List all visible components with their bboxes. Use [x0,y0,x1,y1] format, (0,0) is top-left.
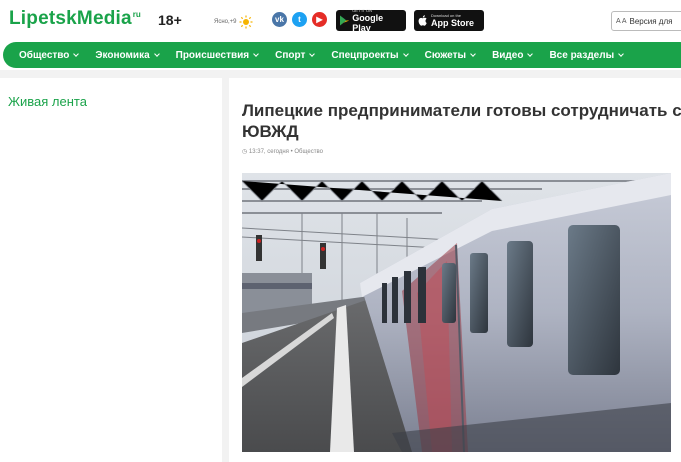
sun-icon [239,15,252,29]
age-rating: 18+ [158,12,182,28]
nav-item-society[interactable]: Общество [19,50,80,61]
google-play-icon [340,15,350,26]
accessibility-version-button[interactable]: A A Версия для [611,11,681,31]
chevron-down-icon [527,50,534,57]
logo-text: LipetskMedia [9,8,132,29]
chevron-down-icon [153,50,160,57]
chevron-down-icon [253,50,259,57]
chevron-down-icon [309,50,316,57]
article-time: 13:37, сегодня [248,149,289,155]
article: Липецкие предприниматели готовы сотрудни… [229,78,681,462]
main-nav: Общество Экономика Происшествия Спорт Сп… [0,40,681,70]
google-play-button[interactable]: GET IT ON Google Play [336,8,406,33]
nav-item-special-projects[interactable]: Спецпроекты [331,50,409,61]
nav-item-all-sections[interactable]: Все разделы [549,50,624,61]
youtube-icon[interactable]: ▶ [312,12,327,27]
nav-bar: Общество Экономика Происшествия Спорт Сп… [3,42,681,68]
chevron-down-icon [470,50,476,57]
article-photo[interactable] [242,173,671,452]
article-meta: ◷ 13:37, сегодня • Общество [242,148,323,155]
article-title: Липецкие предприниматели готовы сотрудни… [242,101,681,141]
site-logo[interactable]: LipetskMedia ru [9,8,141,30]
chevron-down-icon [402,50,409,57]
nav-item-video[interactable]: Видео [492,50,534,61]
clock-icon: ◷ [242,149,248,155]
weather-widget[interactable]: Ясно,+9 [214,15,253,29]
logo-domain: ru [132,10,141,19]
meta-separator: • [290,149,293,155]
version-label: Версия для [629,16,673,26]
nav-item-stories[interactable]: Сюжеты [425,50,476,61]
app-store-button[interactable]: Download on the App Store [414,10,484,31]
google-play-label: Google Play [352,13,384,33]
font-size-icon: A A [616,17,627,25]
twitter-icon[interactable]: t [292,12,307,27]
site-header: LipetskMedia ru 18+ Ясно,+9 vk t ▶ GET I… [0,0,681,40]
sidebar: Живая лента [0,78,222,462]
live-feed-link[interactable]: Живая лента [8,94,87,109]
article-category[interactable]: Общество [294,149,323,155]
chevron-down-icon [618,50,624,57]
nav-item-economy[interactable]: Экономика [95,50,160,61]
chevron-down-icon [73,50,80,57]
nav-item-incidents[interactable]: Происшествия [176,50,259,61]
app-store-label: App Store [431,18,475,28]
vk-icon[interactable]: vk [272,12,287,27]
weather-text: Ясно,+9 [214,19,237,25]
nav-item-sport[interactable]: Спорт [275,50,316,61]
apple-icon [418,15,427,26]
